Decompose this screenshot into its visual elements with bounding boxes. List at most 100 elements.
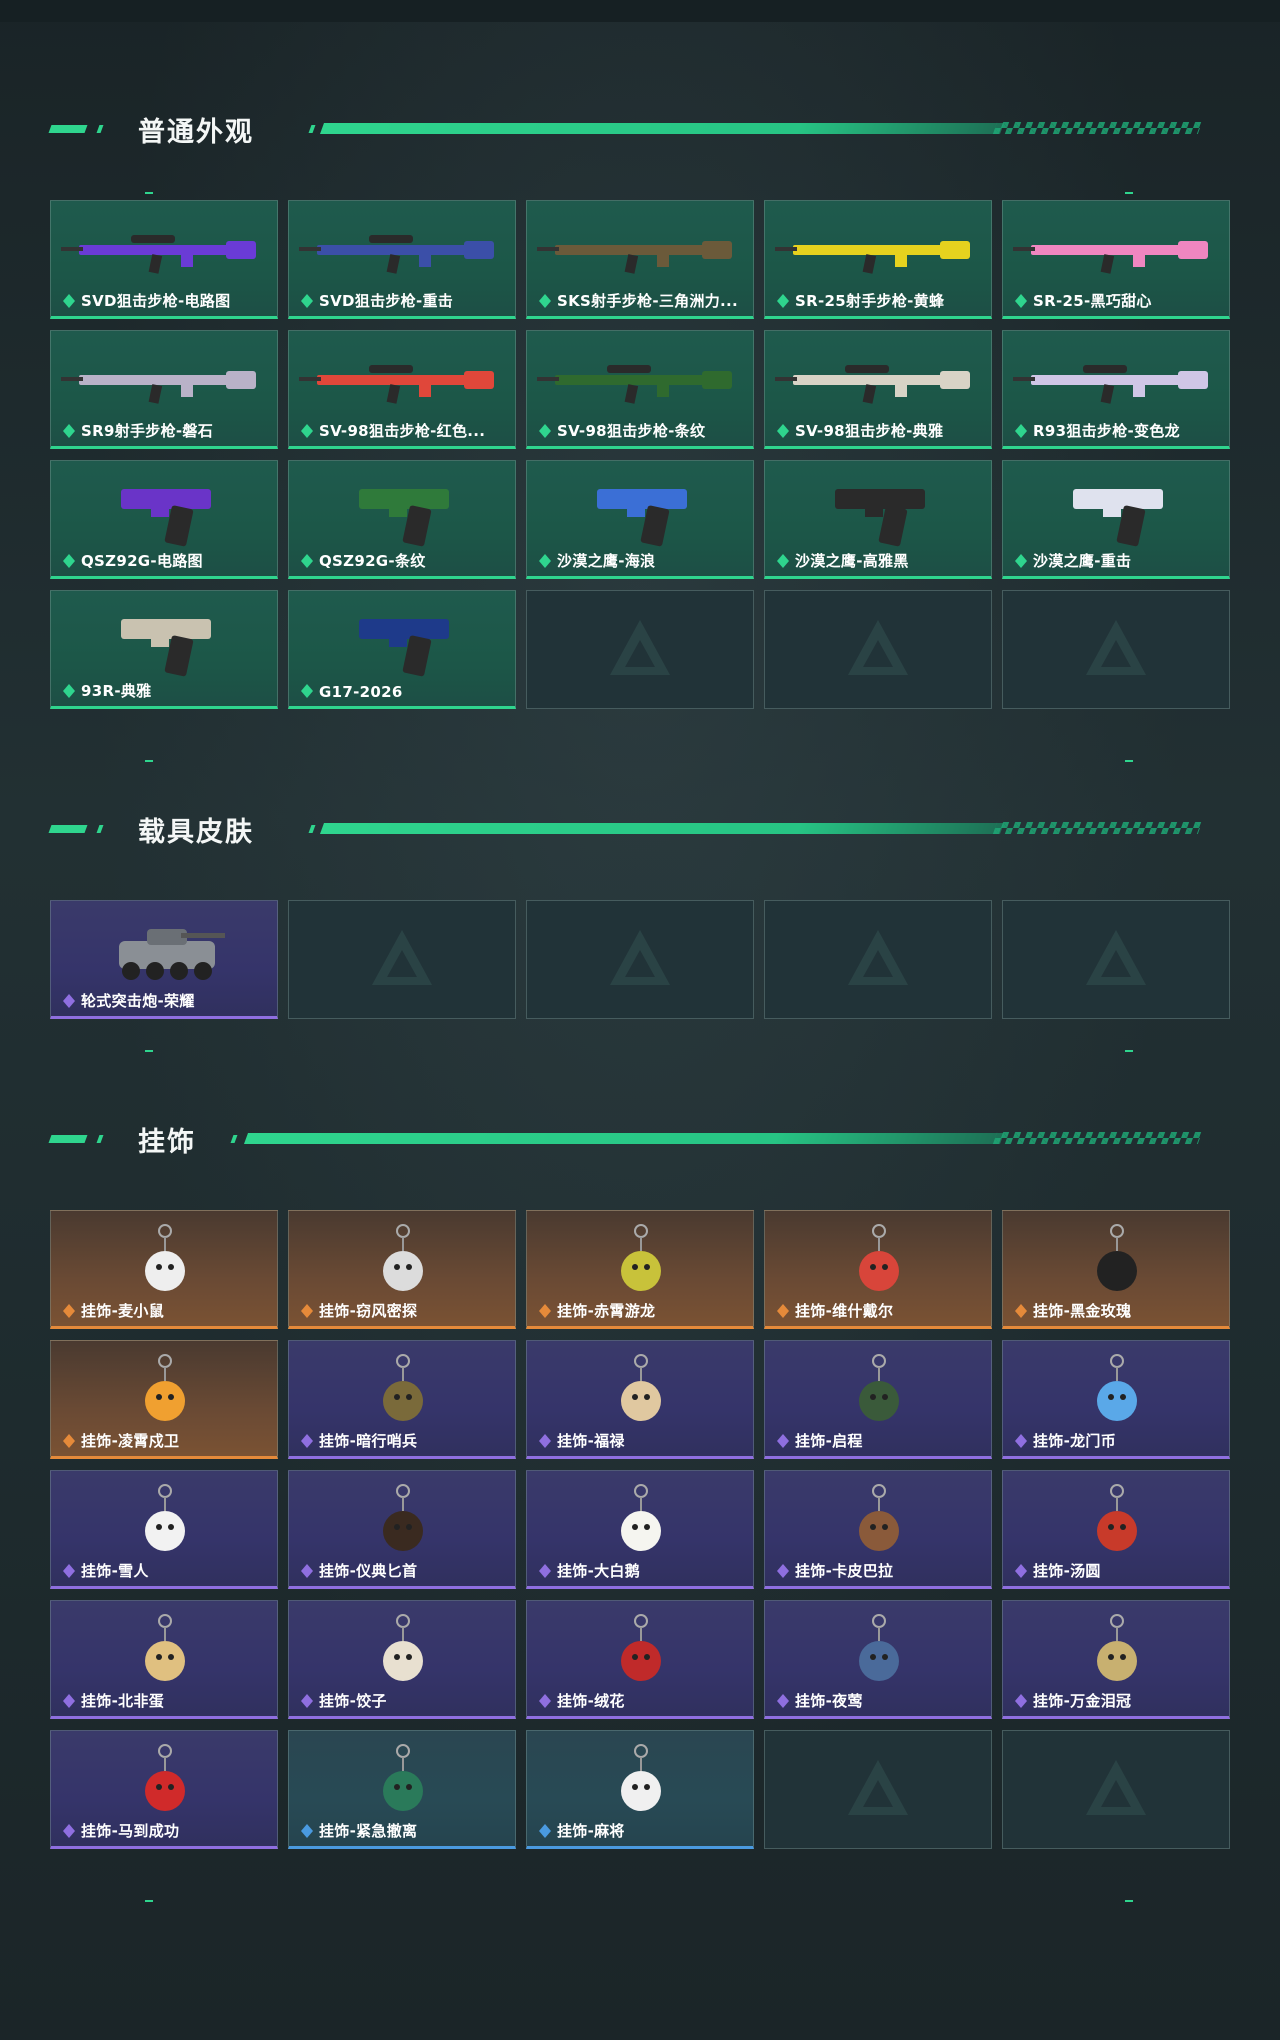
empty-slot [1002,900,1230,1019]
item-name: 挂饰-雪人 [81,1562,149,1580]
item-card[interactable]: SR-25射手步枪-黄蜂 [764,200,992,319]
section-header: 普通外观 [0,108,1280,148]
item-card[interactable]: SR9射手步枪-磐石 [50,330,278,449]
rarity-diamond-icon [63,1434,75,1448]
sniper-rifle-icon [299,235,494,274]
item-card[interactable]: 挂饰-绒花 [526,1600,754,1719]
rarity-diamond-icon [301,1304,313,1318]
logo-watermark-icon [848,619,908,675]
empty-slot [1002,590,1230,709]
rarity-diamond-icon [301,684,313,698]
item-name: 挂饰-万金泪冠 [1033,1692,1132,1710]
item-name: 沙漠之鹰-重击 [1033,552,1132,570]
item-card[interactable]: 挂饰-维什戴尔 [764,1210,992,1329]
item-card[interactable]: 挂饰-福禄 [526,1340,754,1459]
empty-slot [526,590,754,709]
header-accent [48,125,88,133]
rarity-diamond-icon [1015,1304,1027,1318]
item-card[interactable]: 挂饰-大白鹅 [526,1470,754,1589]
item-name: 挂饰-黑金玫瑰 [1033,1302,1132,1320]
pistol-icon [359,489,449,547]
item-card[interactable]: 沙漠之鹰-高雅黑 [764,460,992,579]
corner-tick [145,760,153,762]
top-band [0,0,1280,22]
item-card[interactable]: 挂饰-万金泪冠 [1002,1600,1230,1719]
corner-tick [1125,760,1133,762]
charm-icon [145,1224,185,1291]
rarity-diamond-icon [1015,294,1027,308]
item-name: 挂饰-马到成功 [81,1822,180,1840]
item-card[interactable]: 挂饰-饺子 [288,1600,516,1719]
charm-icon [621,1744,661,1811]
rarity-diamond-icon [539,1564,551,1578]
rarity-diamond-icon [1015,554,1027,568]
item-card[interactable]: 挂饰-启程 [764,1340,992,1459]
item-name: SV-98狙击步枪-条纹 [557,422,706,440]
item-name: 93R-典雅 [81,682,152,700]
item-card[interactable]: 沙漠之鹰-海浪 [526,460,754,579]
item-card[interactable]: SKS射手步枪-三角洲力... [526,200,754,319]
item-card[interactable]: R93狙击步枪-变色龙 [1002,330,1230,449]
logo-watermark-icon [848,1759,908,1815]
item-card[interactable]: 挂饰-夜莺 [764,1600,992,1719]
item-card[interactable]: SVD狙击步枪-电路图 [50,200,278,319]
item-name: 挂饰-卡皮巴拉 [795,1562,894,1580]
rarity-diamond-icon [539,1304,551,1318]
rarity-diamond-icon [1015,424,1027,438]
header-accent [96,125,104,133]
item-card[interactable]: 挂饰-紧急撤离 [288,1730,516,1849]
item-card[interactable]: 挂饰-卡皮巴拉 [764,1470,992,1589]
item-card[interactable]: 挂饰-凌霄戍卫 [50,1340,278,1459]
item-card[interactable]: 轮式突击炮-荣耀 [50,900,278,1019]
charm-icon [1097,1614,1137,1681]
item-card[interactable]: 挂饰-马到成功 [50,1730,278,1849]
item-name: 挂饰-维什戴尔 [795,1302,894,1320]
pistol-icon [1073,489,1163,547]
item-name: 挂饰-仪典匕首 [319,1562,418,1580]
header-accent [230,1135,238,1143]
item-card[interactable]: 挂饰-龙门币 [1002,1340,1230,1459]
logo-watermark-icon [1086,929,1146,985]
item-card[interactable]: SV-98狙击步枪-条纹 [526,330,754,449]
rarity-diamond-icon [301,424,313,438]
pistol-icon [121,489,211,547]
item-card[interactable]: 挂饰-暗行哨兵 [288,1340,516,1459]
item-card[interactable]: SV-98狙击步枪-典雅 [764,330,992,449]
item-card[interactable]: 挂饰-赤霄游龙 [526,1210,754,1329]
rarity-diamond-icon [63,1824,75,1838]
item-card[interactable]: 挂饰-雪人 [50,1470,278,1589]
charm-icon [145,1614,185,1681]
item-card[interactable]: 挂饰-汤圆 [1002,1470,1230,1589]
item-card[interactable]: G17-2026 [288,590,516,709]
item-card[interactable]: SV-98狙击步枪-红色... [288,330,516,449]
item-card[interactable]: SVD狙击步枪-重击 [288,200,516,319]
item-name: 挂饰-赤霄游龙 [557,1302,656,1320]
item-card[interactable]: 挂饰-麻将 [526,1730,754,1849]
rarity-diamond-icon [301,1824,313,1838]
sniper-rifle-icon [299,365,494,404]
item-card[interactable]: QSZ92G-条纹 [288,460,516,579]
item-card[interactable]: 沙漠之鹰-重击 [1002,460,1230,579]
header-accent [308,825,316,833]
item-card[interactable]: 挂饰-黑金玫瑰 [1002,1210,1230,1329]
header-checker-pattern [992,1132,1203,1144]
rifle-icon [537,241,732,274]
empty-slot [526,900,754,1019]
rifle-icon [1013,241,1208,274]
item-card[interactable]: 挂饰-窃风密探 [288,1210,516,1329]
corner-tick [145,1900,153,1902]
item-card[interactable]: 挂饰-仪典匕首 [288,1470,516,1589]
item-card[interactable]: 挂饰-麦小鼠 [50,1210,278,1329]
item-card[interactable]: QSZ92G-电路图 [50,460,278,579]
item-card[interactable]: SR-25-黑巧甜心 [1002,200,1230,319]
empty-slot [764,900,992,1019]
header-bar [319,123,1005,134]
section-title: 普通外观 [138,117,254,148]
logo-watermark-icon [1086,1759,1146,1815]
item-card[interactable]: 挂饰-北非蛋 [50,1600,278,1719]
header-accent [96,1135,104,1143]
pistol-icon [359,619,449,677]
item-name: 挂饰-凌霄戍卫 [81,1432,180,1450]
item-card[interactable]: 93R-典雅 [50,590,278,709]
item-name: R93狙击步枪-变色龙 [1033,422,1180,440]
